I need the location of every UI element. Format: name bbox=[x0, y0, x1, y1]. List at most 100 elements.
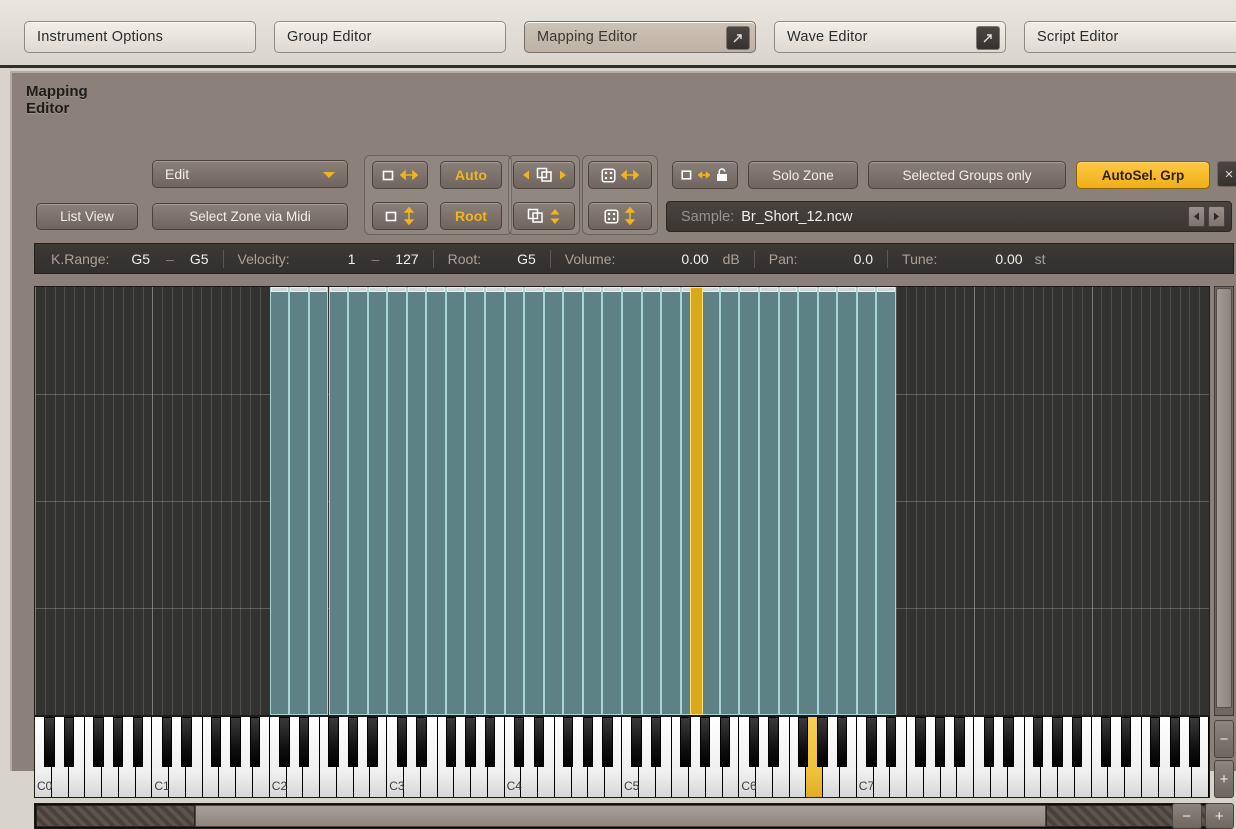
mapping-zone[interactable] bbox=[582, 287, 603, 715]
horizontal-scroll-thumb[interactable] bbox=[194, 805, 1046, 827]
zone-drag-tab[interactable] bbox=[759, 287, 778, 292]
root-field[interactable]: Root: G5 bbox=[448, 251, 536, 267]
zone-drag-tab[interactable] bbox=[701, 287, 719, 292]
auto-button[interactable]: Auto bbox=[440, 161, 502, 189]
sample-next-icon[interactable] bbox=[1208, 206, 1225, 227]
zone-drag-tab[interactable] bbox=[466, 287, 485, 292]
zone-drag-tab[interactable] bbox=[544, 287, 563, 292]
piano-black-key[interactable] bbox=[797, 717, 809, 767]
mapping-zone[interactable] bbox=[641, 287, 662, 715]
mapping-zone[interactable] bbox=[524, 287, 544, 715]
krange-field[interactable]: K.Range: G5 – G5 bbox=[51, 251, 209, 267]
close-icon[interactable]: × bbox=[1217, 161, 1236, 187]
zone-drag-tab[interactable] bbox=[309, 287, 328, 292]
piano-black-key[interactable] bbox=[1003, 717, 1014, 767]
piano-black-key[interactable] bbox=[836, 717, 848, 767]
zone-drag-tab[interactable] bbox=[505, 287, 524, 292]
piano-black-key[interactable] bbox=[1169, 717, 1180, 767]
piano-black-key[interactable] bbox=[719, 717, 730, 767]
tune-field[interactable]: Tune: 0.00 st bbox=[902, 251, 1045, 267]
zone-drag-tab[interactable] bbox=[525, 287, 543, 292]
list-view-button[interactable]: List View bbox=[36, 203, 138, 230]
mapping-zone[interactable] bbox=[308, 287, 329, 715]
zone-drag-tab[interactable] bbox=[603, 287, 621, 292]
mapping-zone[interactable] bbox=[602, 287, 622, 715]
zone-drag-tab[interactable] bbox=[270, 287, 289, 292]
piano-black-key[interactable] bbox=[328, 717, 339, 767]
piano-black-key[interactable] bbox=[866, 717, 877, 767]
zone-drag-tab[interactable] bbox=[564, 287, 582, 292]
piano-black-key[interactable] bbox=[602, 717, 613, 767]
piano-black-key[interactable] bbox=[533, 717, 545, 767]
popout-icon[interactable] bbox=[726, 26, 750, 50]
mapping-zone[interactable] bbox=[876, 287, 896, 715]
piano-black-key[interactable] bbox=[1120, 717, 1132, 767]
tab-mapping-editor[interactable]: Mapping Editor bbox=[524, 21, 756, 53]
root-button[interactable]: Root bbox=[440, 202, 502, 230]
piano-black-key[interactable] bbox=[279, 717, 290, 767]
distribute-vertical-button[interactable] bbox=[588, 202, 652, 230]
mapping-zone[interactable] bbox=[700, 287, 720, 715]
piano-black-key[interactable] bbox=[445, 717, 456, 767]
mapping-zone[interactable] bbox=[798, 287, 818, 715]
piano-black-key[interactable] bbox=[514, 717, 525, 767]
zone-drag-tab[interactable] bbox=[720, 287, 739, 292]
select-zone-via-midi-button[interactable]: Select Zone via Midi bbox=[152, 203, 348, 230]
zone-drag-tab[interactable] bbox=[779, 287, 798, 292]
zone-drag-tab[interactable] bbox=[368, 287, 387, 292]
mapping-zone[interactable] bbox=[426, 287, 446, 715]
mapping-zone[interactable] bbox=[817, 287, 838, 715]
zone-drag-tab[interactable] bbox=[877, 287, 895, 292]
piano-black-key[interactable] bbox=[64, 717, 75, 767]
vertical-zoom-out-button[interactable]: − bbox=[1214, 720, 1234, 758]
edit-dropdown[interactable]: Edit bbox=[152, 160, 348, 188]
piano-black-key[interactable] bbox=[885, 717, 897, 767]
piano-black-key[interactable] bbox=[1149, 717, 1161, 767]
piano-black-key[interactable] bbox=[465, 717, 476, 767]
mapping-zone[interactable] bbox=[328, 287, 349, 715]
mapping-zone[interactable] bbox=[758, 287, 779, 715]
zone-drag-tab[interactable] bbox=[290, 287, 308, 292]
sample-prev-icon[interactable] bbox=[1188, 206, 1205, 227]
piano-black-key[interactable] bbox=[748, 717, 760, 767]
piano-black-key[interactable] bbox=[230, 717, 241, 767]
mapping-zone[interactable] bbox=[719, 287, 740, 715]
piano-black-key[interactable] bbox=[768, 717, 779, 767]
zone-drag-tab[interactable] bbox=[427, 287, 445, 292]
piano-black-key[interactable] bbox=[1189, 717, 1200, 767]
tab-instrument-options[interactable]: Instrument Options bbox=[24, 21, 256, 53]
piano-black-key[interactable] bbox=[347, 717, 359, 767]
mapping-zone[interactable] bbox=[543, 287, 564, 715]
mapping-zone[interactable] bbox=[406, 287, 427, 715]
piano-black-key[interactable] bbox=[112, 717, 124, 767]
mapping-zone[interactable] bbox=[837, 287, 857, 715]
mapping-zone[interactable] bbox=[563, 287, 583, 715]
piano-black-key[interactable] bbox=[680, 717, 691, 767]
zone-drag-tab[interactable] bbox=[388, 287, 406, 292]
zone-drag-tab[interactable] bbox=[446, 287, 465, 292]
mapping-zone[interactable] bbox=[778, 287, 799, 715]
solo-zone-button[interactable]: Solo Zone bbox=[748, 161, 858, 189]
mapping-zone[interactable] bbox=[289, 287, 309, 715]
mapping-zone[interactable] bbox=[739, 287, 759, 715]
mapping-zone[interactable] bbox=[856, 287, 877, 715]
piano-black-key[interactable] bbox=[210, 717, 222, 767]
volume-field[interactable]: Volume: 0.00 dB bbox=[565, 251, 740, 267]
mapping-zone[interactable] bbox=[367, 287, 388, 715]
zone-drag-tab[interactable] bbox=[486, 287, 504, 292]
zone-drag-tab[interactable] bbox=[642, 287, 661, 292]
zone-drag-tab[interactable] bbox=[818, 287, 837, 292]
tab-wave-editor[interactable]: Wave Editor bbox=[774, 21, 1006, 53]
piano-black-key[interactable] bbox=[161, 717, 173, 767]
mapping-zone-selected[interactable] bbox=[690, 287, 703, 715]
vertical-scroll-thumb[interactable] bbox=[1216, 288, 1232, 708]
mapping-zone[interactable] bbox=[465, 287, 486, 715]
piano-black-key[interactable] bbox=[396, 717, 408, 767]
piano-black-key[interactable] bbox=[1052, 717, 1063, 767]
zone-drag-tab[interactable] bbox=[740, 287, 758, 292]
popout-icon[interactable] bbox=[976, 26, 1000, 50]
piano-black-key[interactable] bbox=[651, 717, 662, 767]
mapping-zone[interactable] bbox=[485, 287, 505, 715]
piano-black-key[interactable] bbox=[915, 717, 926, 767]
lock-zone-button[interactable] bbox=[672, 161, 738, 189]
